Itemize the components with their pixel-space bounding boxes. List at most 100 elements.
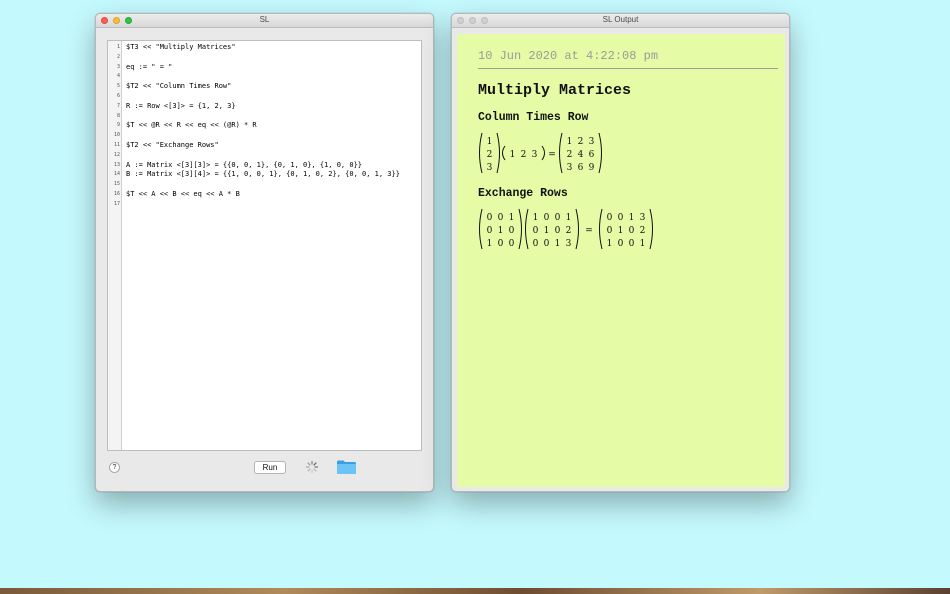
left-paren [559,132,563,174]
matrix-entry: 1 [509,213,515,223]
editor-window-title: SL [259,15,270,24]
code-line[interactable]: 3 eq := " = " [108,62,421,72]
code-line[interactable]: 2 [108,52,421,62]
matrix-entry: 1 [498,226,504,236]
code-line[interactable]: 8 [108,111,421,121]
code-line[interactable]: 1 $T3 << "Multiply Matrices" [108,42,421,52]
line-number: 9 [116,122,120,129]
right-paren [496,132,500,174]
line-number: 2 [116,53,120,60]
matrix-entry: 2 [567,150,573,160]
output-heading: Multiply Matrices [478,82,632,99]
code-line[interactable]: 16 $T << A << B << eq << A * B [108,189,421,199]
matrix-entry: 0 [487,213,493,223]
matrix-entry: 3 [567,163,573,173]
matrix-entry: 1 [566,213,572,223]
matrix-entry: 0 [629,239,635,249]
matrix-entry: 3 [487,163,493,173]
code-line[interactable]: 12 [108,150,421,160]
line-number: 8 [116,112,120,119]
matrix-entry: 0 [555,226,561,236]
help-icon: ? [112,464,117,471]
equals-sign: = [548,150,556,160]
code-line[interactable]: 11 $T2 << "Exchange Rows" [108,140,421,150]
help-button[interactable]: ? [109,462,120,473]
run-button[interactable]: Run [254,461,286,474]
right-paren [649,208,653,250]
matrix-entry: 1 [618,226,624,236]
code-line[interactable]: 5 $T2 << "Column Times Row" [108,81,421,91]
matrix-entry: 1 [510,150,516,160]
matrix-entry: 0 [629,226,635,236]
line-number: 15 [113,181,120,188]
output-pane: 10 Jun 2020 at 4:22:08 pm Multiply Matri… [457,34,785,487]
code-line[interactable]: 4 [108,71,421,81]
line-number: 16 [113,191,120,197]
math-column-times-row: 1 2 3 1 2 3 = 1 2 3 2 4 6 3 6 9 [478,132,678,178]
line-number: 3 [116,63,120,70]
code-line[interactable]: 13 A := Matrix <[3][3]> = {{0, 0, 1}, {0,… [108,160,421,170]
right-paren [575,208,579,250]
matrix-entry: 0 [544,213,550,223]
folder-icon[interactable] [336,459,357,475]
code-text: B := Matrix <[3][4]> = {{1, 0, 0, 1}, {0… [126,170,400,179]
code-line[interactable]: 9 $T << @R << R << eq << (@R) * R [108,120,421,130]
matrix-entry: 0 [607,213,613,223]
line-number: 11 [113,142,120,148]
editor-titlebar[interactable]: SL [96,14,433,28]
left-paren [502,145,506,161]
matrix-entry: 0 [533,239,539,249]
matrix-entry: 1 [607,239,613,249]
matrix-entry: 3 [532,150,538,160]
matrix-entry: 1 [555,239,561,249]
code-line[interactable]: 15 [108,179,421,189]
output-window-title: SL Output [602,15,639,24]
matrix-entry: 0 [607,226,613,236]
line-number: 7 [116,102,120,109]
code-line[interactable]: 7 R := Row <[3]> = {1, 2, 3} [108,101,421,111]
code-text: $T3 << "Multiply Matrices" [126,43,236,51]
matrix-entry: 1 [544,226,550,236]
matrix-entry: 0 [544,239,550,249]
desktop-wallpaper-strip [0,588,950,594]
code-text: R := Row <[3]> = {1, 2, 3} [126,101,236,110]
line-number: 6 [116,93,120,99]
matrix-entry: 3 [640,213,646,223]
output-titlebar[interactable]: SL Output [452,14,789,28]
left-paren [479,132,483,174]
progress-spinner-icon [305,460,319,474]
matrix-entry: 2 [578,137,584,147]
matrix-entry: 2 [487,150,493,160]
left-paren [479,208,483,250]
matrix-entry: 6 [578,163,584,173]
code-line[interactable]: 6 [108,91,421,101]
matrix-entry: 6 [589,150,595,160]
matrix-entry: 1 [533,213,539,223]
equals-sign: = [585,226,593,236]
matrix-entry: 0 [498,213,504,223]
code-text: $T << @R << R << eq << (@R) * R [126,121,257,130]
output-timestamp: 10 Jun 2020 at 4:22:08 pm [478,49,659,63]
matrix-entry: 2 [640,226,646,236]
line-number: 10 [113,132,120,139]
matrix-entry: 1 [567,137,573,147]
code-line[interactable]: 14 B := Matrix <[3][4]> = {{1, 0, 0, 1}, … [108,169,421,179]
code-line[interactable]: 17 [108,199,421,209]
matrix-entry: 2 [566,226,572,236]
matrix-entry: 0 [618,239,624,249]
code-line[interactable]: 10 [108,130,421,140]
code-editor[interactable]: 1 $T3 << "Multiply Matrices" 2 3 eq := " = "… [107,40,422,451]
matrix-entry: 1 [487,239,493,249]
math-exchange-rows: 0 0 1 0 1 0 1 0 0 1 0 0 1 0 1 0 2 0 0 1 3 = 0 0 1 3 0 1 0 2 1 0 0 1 [478,208,718,254]
matrix-entry: 0 [555,213,561,223]
line-number: 12 [113,151,120,158]
sl-output-window: SL Output 10 Jun 2020 at 4:22:08 pm Mult… [451,13,790,492]
right-paren [518,208,522,250]
matrix-entry: 0 [509,239,515,249]
divider [478,68,778,69]
right-paren [598,132,602,174]
matrix-entry: 0 [487,226,493,236]
matrix-entry: 3 [589,137,595,147]
line-number: 1 [116,44,120,50]
line-number: 5 [116,83,120,90]
